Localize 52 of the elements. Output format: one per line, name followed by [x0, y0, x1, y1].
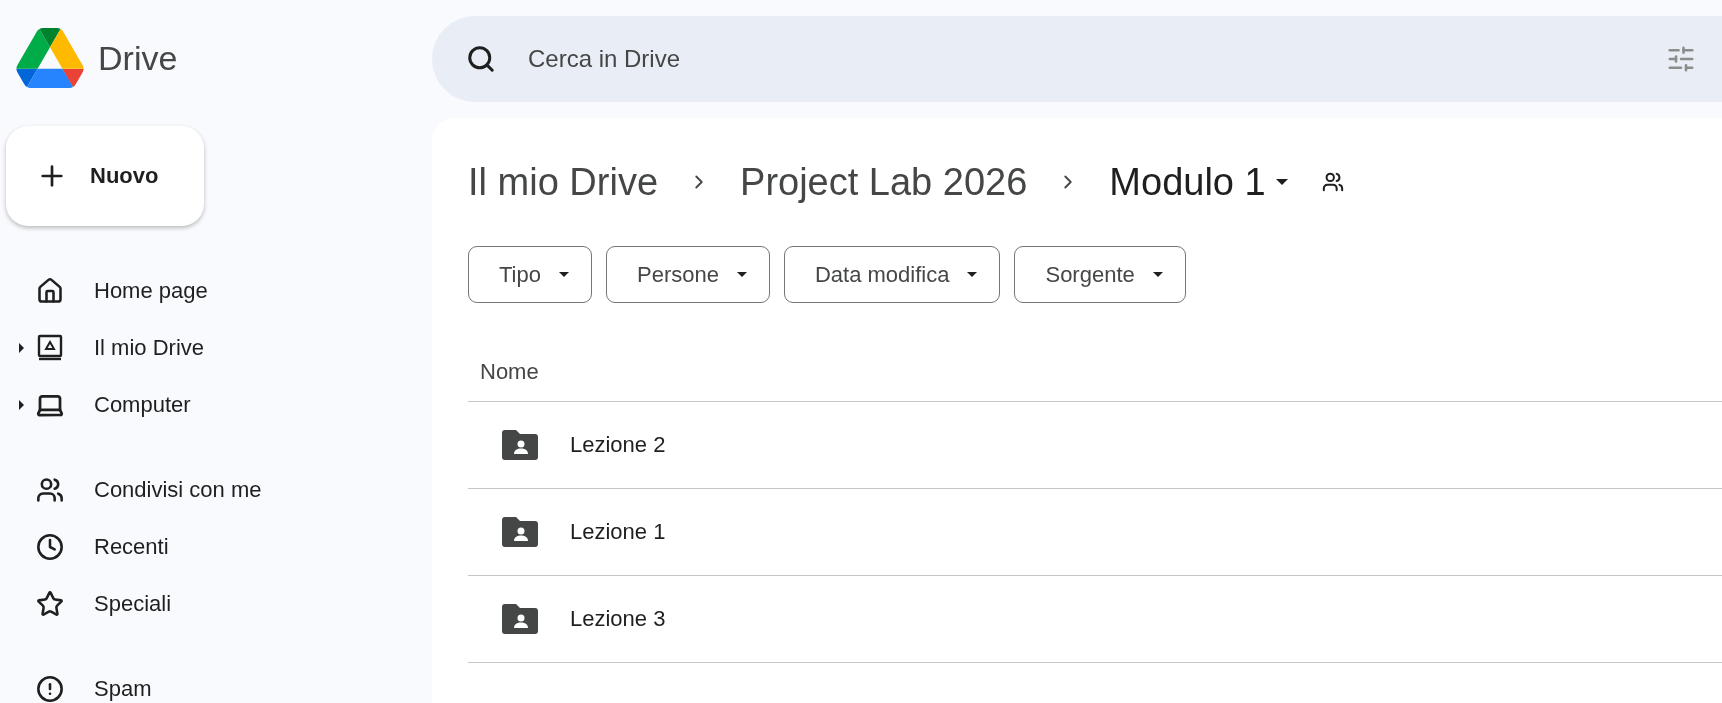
- sidebar-label: Spam: [94, 675, 152, 702]
- filter-chip[interactable]: Tipo: [468, 246, 592, 303]
- sidebar-item[interactable]: Speciali: [0, 575, 432, 632]
- caret-icon: [736, 272, 747, 277]
- sidebar-label: Il mio Drive: [94, 334, 204, 361]
- sidebar-label: Recenti: [94, 533, 169, 560]
- breadcrumb-item[interactable]: Modulo 1: [1109, 160, 1288, 204]
- sidebar-item[interactable]: Recenti: [0, 518, 432, 575]
- filter-chip[interactable]: Sorgente: [1014, 246, 1186, 303]
- column-header[interactable]: Nome: [468, 343, 1722, 402]
- file-name: Lezione 3: [570, 606, 666, 632]
- caret-icon: [1152, 272, 1163, 277]
- sidebar-item[interactable]: Condivisi con me: [0, 461, 432, 518]
- caret-icon: [967, 272, 978, 277]
- app-name: Drive: [98, 38, 178, 78]
- caret-icon: [559, 272, 569, 277]
- home-icon: [36, 276, 64, 305]
- sidebar-label: Condivisi con me: [94, 476, 262, 503]
- shared-folder-icon: [502, 430, 538, 460]
- expand-arrow-icon[interactable]: [18, 342, 24, 353]
- file-row[interactable]: Lezione 2: [468, 402, 1722, 489]
- drive-folder-icon: [37, 333, 63, 362]
- sidebar-item[interactable]: Il mio Drive: [0, 319, 432, 376]
- file-name: Lezione 2: [570, 432, 666, 458]
- filter-chip[interactable]: Data modifica: [783, 246, 1001, 303]
- caret-icon: [1275, 179, 1288, 185]
- warning-icon: [36, 674, 64, 703]
- breadcrumb-item[interactable]: Il mio Drive: [468, 160, 659, 204]
- search-icon[interactable]: [466, 44, 496, 74]
- sidebar-item[interactable]: Home page: [0, 262, 432, 319]
- clock-icon: [36, 532, 64, 561]
- people-icon: [36, 475, 64, 504]
- file-row[interactable]: Lezione 1: [468, 489, 1722, 576]
- breadcrumb-item[interactable]: Project Lab 2026: [740, 160, 1028, 204]
- sidebar-label: Home page: [94, 277, 208, 304]
- search-bar[interactable]: Cerca in Drive: [432, 16, 1722, 102]
- filter-chip[interactable]: Persone: [606, 246, 770, 303]
- star-icon: [36, 589, 64, 618]
- sidebar-label: Computer: [94, 391, 191, 418]
- shared-folder-icon: [502, 517, 538, 547]
- file-name: Lezione 1: [570, 519, 666, 545]
- filter-options-icon[interactable]: [1666, 44, 1696, 74]
- new-button[interactable]: Nuovo: [6, 126, 204, 226]
- sidebar-item[interactable]: Computer: [0, 376, 432, 433]
- shared-people-icon[interactable]: [1321, 171, 1344, 193]
- shared-folder-icon: [502, 604, 538, 634]
- drive-logo: [16, 28, 84, 88]
- sidebar-item[interactable]: Spam: [0, 660, 432, 703]
- file-row[interactable]: Lezione 3: [468, 576, 1722, 663]
- search-field[interactable]: Cerca in Drive: [526, 44, 1636, 74]
- sidebar-label: Speciali: [94, 590, 172, 617]
- expand-arrow-icon[interactable]: [18, 399, 24, 410]
